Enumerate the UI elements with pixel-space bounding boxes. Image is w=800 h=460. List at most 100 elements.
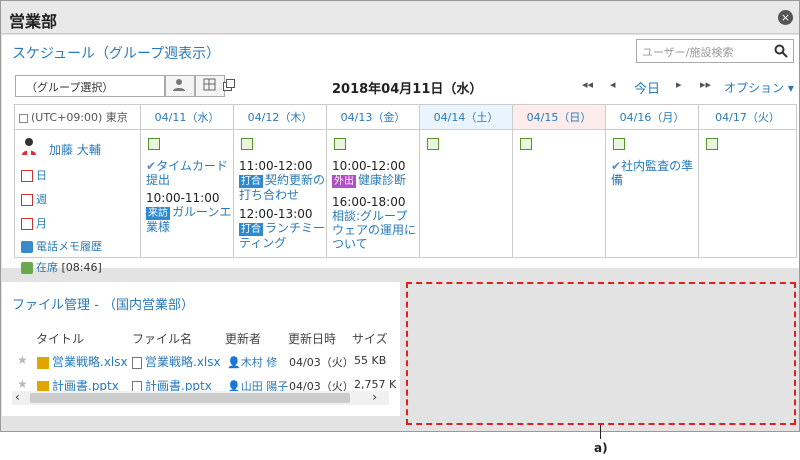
day-header[interactable]: 04/14（土） <box>420 105 512 130</box>
user-icon <box>173 79 185 91</box>
page-title: 営業部 <box>9 12 58 31</box>
check-icon: ✔ <box>146 159 157 173</box>
updater-name: 木村 修 <box>240 356 278 369</box>
updater-link[interactable]: 👤木村 修 <box>227 354 277 370</box>
scroll-right-icon[interactable]: › <box>372 390 377 404</box>
callout-line <box>600 425 601 439</box>
prev-day-icon[interactable]: ◂ <box>610 78 616 91</box>
today-link[interactable]: 今日 <box>634 78 660 97</box>
calendar-week-icon <box>21 194 33 206</box>
user-name-link[interactable]: 加藤 大輔 <box>49 141 101 158</box>
group-select[interactable]: （グループ選択） <box>15 75 165 97</box>
user-icon: 👤 <box>227 356 241 369</box>
phone-icon <box>21 241 33 253</box>
day-column-0412: 04/12（木） 11:00-12:00 打合 契約更新の打ち合わせ 12:00-1… <box>234 105 327 257</box>
star-icon[interactable]: ★ <box>17 353 28 367</box>
search-input[interactable]: ユーザー/施設検索 <box>642 44 734 60</box>
popup-window-icon[interactable] <box>223 79 235 91</box>
presence-status[interactable]: 在席 [08:46] <box>21 259 102 275</box>
col-header-updater: 更新者 <box>225 332 262 346</box>
day-header[interactable]: 04/17（火） <box>699 105 796 130</box>
user-facility-search[interactable]: ユーザー/施設検索 <box>636 39 794 63</box>
event-groupware-consult[interactable]: 16:00-18:00 相談:グループウェアの運用について <box>332 195 418 251</box>
file-name-link[interactable]: 営業戦略.xlsx <box>132 353 221 370</box>
option-menu[interactable]: オプション ▾ <box>724 79 794 96</box>
timezone-header: (UTC+09:00) 東京 <box>15 105 140 130</box>
event-time: 10:00-11:00 <box>146 191 220 205</box>
event-time: 10:00-12:00 <box>332 159 406 173</box>
day-header[interactable]: 04/15（日） <box>513 105 605 130</box>
event-time: 12:00-13:00 <box>239 207 313 221</box>
user-select-button[interactable] <box>165 75 195 97</box>
event-tag: 外出 <box>332 175 356 188</box>
file-name: 営業戦略.xlsx <box>145 355 221 369</box>
add-event-icon[interactable] <box>520 138 532 150</box>
document-icon <box>132 356 142 369</box>
next-week-icon[interactable]: ▸▸ <box>700 78 711 91</box>
add-event-icon[interactable] <box>613 138 625 150</box>
next-day-icon[interactable]: ▸ <box>676 78 682 91</box>
horizontal-scrollbar[interactable]: ‹ › <box>12 390 389 405</box>
presence-icon <box>21 262 33 274</box>
event-lunch-meeting[interactable]: 12:00-13:00 打合 ランチミーティング <box>239 207 325 250</box>
day-header[interactable]: 04/13（金） <box>327 105 419 130</box>
event-time: 11:00-12:00 <box>239 159 313 173</box>
timezone-icon <box>19 113 28 123</box>
file-title-link[interactable]: 営業戦略.xlsx <box>37 353 128 370</box>
day-view-link[interactable]: 日 <box>21 167 47 183</box>
callout-label: a) <box>594 441 608 455</box>
add-event-icon[interactable] <box>427 138 439 150</box>
event-contract-meeting[interactable]: 11:00-12:00 打合 契約更新の打ち合わせ <box>239 159 325 202</box>
prev-week-icon[interactable]: ◂◂ <box>582 78 593 91</box>
timezone-label: (UTC+09:00) 東京 <box>31 111 128 124</box>
search-icon[interactable] <box>774 44 788 58</box>
day-header[interactable]: 04/12（木） <box>234 105 326 130</box>
day-column-0415: 04/15（日） <box>513 105 606 257</box>
calendar-month-icon <box>21 218 33 230</box>
day-column-0413: 04/13（金） 10:00-12:00 外出 健康診断 16:00-18:00 相談… <box>327 105 420 257</box>
file-management-portlet: ファイル管理 - （国内営業部） タイトル ファイル名 更新者 更新日時 サイズ… <box>2 282 400 416</box>
week-view-label: 週 <box>36 193 47 206</box>
month-view-label: 月 <box>36 217 47 230</box>
event-title: 健康診断 <box>358 173 407 187</box>
calendar-day-icon <box>21 170 33 182</box>
day-column-0411: 04/11（水） ✔タイムカード提出 10:00-11:00 来訪 ガルーンエ業様 <box>141 105 234 257</box>
scroll-left-icon[interactable]: ‹ <box>15 390 20 404</box>
add-event-icon[interactable] <box>148 138 160 150</box>
col-header-title: タイトル <box>36 332 85 346</box>
event-tag: 来訪 <box>146 207 170 220</box>
event-title: 相談:グループウェアの運用について <box>332 209 417 251</box>
event-visit[interactable]: 10:00-11:00 来訪 ガルーンエ業様 <box>146 191 232 234</box>
file-title: 営業戦略.xlsx <box>52 355 128 369</box>
add-event-icon[interactable] <box>241 138 253 150</box>
week-view-link[interactable]: 週 <box>21 191 47 207</box>
avatar <box>22 138 36 155</box>
event-time: 16:00-18:00 <box>332 195 406 209</box>
presence-time: [08:46] <box>61 261 102 274</box>
day-header[interactable]: 04/16（月） <box>606 105 698 130</box>
day-column-0416: 04/16（月） ✔社内監査の準備 <box>606 105 699 257</box>
star-icon[interactable]: ★ <box>17 377 28 391</box>
event-health-check[interactable]: 10:00-12:00 外出 健康診断 <box>332 159 418 188</box>
schedule-title[interactable]: スケジュール（グループ週表示） <box>12 43 220 63</box>
event-audit-prep[interactable]: ✔社内監査の準備 <box>611 159 697 187</box>
day-column-0417: 04/17（火） <box>699 105 796 257</box>
close-icon[interactable]: × <box>778 10 793 25</box>
folder-icon <box>37 356 49 369</box>
empty-portlet-area <box>406 282 796 425</box>
file-date: 04/03（火） <box>289 356 354 369</box>
col-header-filename: ファイル名 <box>132 332 193 346</box>
col-header-size: サイズ <box>352 332 388 346</box>
add-event-icon[interactable] <box>706 138 718 150</box>
event-timecard[interactable]: ✔タイムカード提出 <box>146 159 232 187</box>
layout-select-button[interactable] <box>195 75 225 97</box>
scroll-thumb[interactable] <box>30 393 350 403</box>
event-tag: 打合 <box>239 175 263 188</box>
month-view-link[interactable]: 月 <box>21 215 47 231</box>
files-title[interactable]: ファイル管理 - （国内営業部） <box>12 294 194 313</box>
phone-memo-link[interactable]: 電話メモ履歴 <box>21 238 102 254</box>
add-event-icon[interactable] <box>334 138 346 150</box>
day-header[interactable]: 04/11（水） <box>141 105 233 130</box>
title-bar: 営業部 × <box>1 1 799 34</box>
schedule-portlet: スケジュール（グループ週表示） ユーザー/施設検索 （グループ選択） 2018年… <box>2 35 799 274</box>
